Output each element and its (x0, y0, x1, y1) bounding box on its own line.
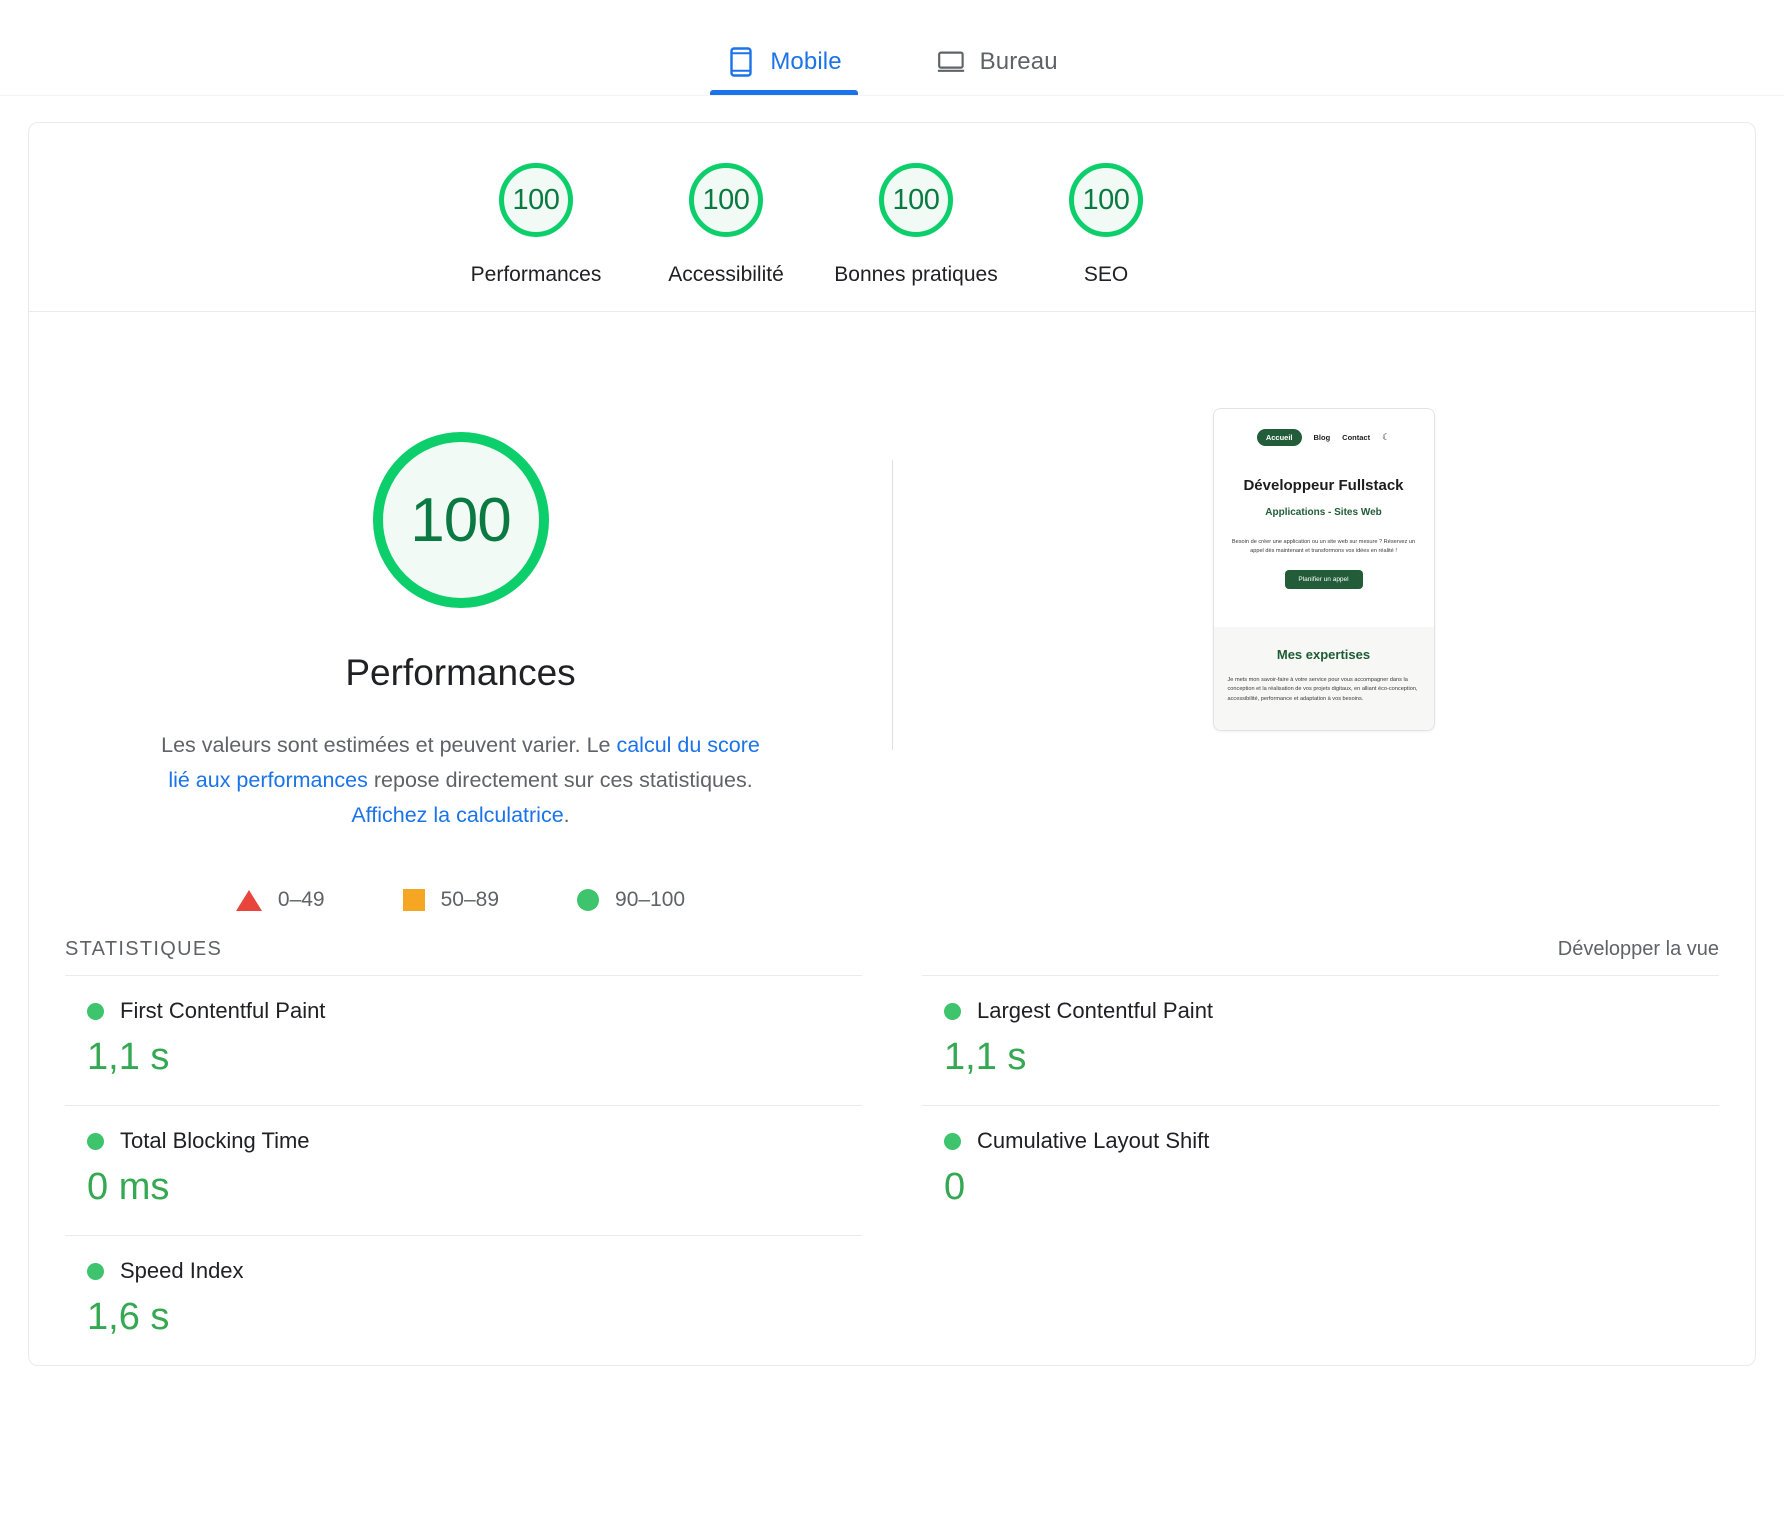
status-circle-icon (87, 1132, 104, 1150)
metric-total-blocking-time[interactable]: Total Blocking Time 0 ms (65, 1105, 862, 1235)
performance-score-panel: 100 Performances Les valeurs sont estimé… (29, 312, 892, 912)
legend-range: 50–89 (440, 888, 500, 912)
metric-value: 1,1 s (944, 1036, 1027, 1079)
description-part-1: Les valeurs sont estimées et peuvent var… (161, 733, 617, 757)
page-screenshot-thumbnail[interactable]: Accueil Blog Contact ☾ Développeur Fulls… (1212, 408, 1435, 732)
metric-first-contentful-paint[interactable]: First Contentful Paint 1,1 s (65, 975, 862, 1105)
legend-item-fail: 0–49 (235, 888, 325, 912)
score-legend: 0–49 50–89 90–100 (235, 888, 685, 912)
statistics-header: STATISTIQUES Développer la vue (29, 912, 1755, 975)
laptop-icon (936, 47, 966, 77)
performance-detail: 100 Performances Les valeurs sont estimé… (29, 312, 1755, 912)
tab-bureau-label: Bureau (979, 48, 1058, 75)
legend-item-pass: 90–100 (577, 888, 685, 912)
status-circle-icon (944, 1002, 961, 1020)
tab-bureau[interactable]: Bureau (912, 33, 1082, 95)
legend-item-average: 50–89 (402, 888, 500, 912)
performance-title: Performances (345, 652, 576, 693)
performance-score-gauge: 100 (372, 432, 549, 608)
status-circle-icon (87, 1002, 104, 1020)
metric-label: Total Blocking Time (120, 1128, 310, 1154)
status-circle-icon (944, 1132, 961, 1150)
gauge-bonnes-pratiques[interactable]: 100 Bonnes pratiques (821, 163, 1011, 287)
metric-label: Cumulative Layout Shift (977, 1128, 1210, 1154)
status-circle-icon (87, 1262, 104, 1280)
statistics-title: STATISTIQUES (65, 938, 223, 961)
metric-label: First Contentful Paint (120, 998, 326, 1024)
gauge-label: SEO (1083, 263, 1129, 286)
moon-icon: ☾ (1382, 432, 1391, 442)
thumbnail-section-title: Mes expertises (1276, 646, 1371, 662)
metric-label: Largest Contentful Paint (977, 998, 1214, 1024)
thumbnail-section-body: Je mets mon savoir-faire à votre service… (1227, 676, 1418, 702)
circle-icon (577, 889, 600, 912)
results-card: 100 Performances 100 Accessibilité 100 B… (28, 122, 1756, 1367)
thumbnail-spacer (1214, 611, 1434, 627)
gauge-score: 100 (499, 163, 573, 237)
gauge-performances[interactable]: 100 Performances (441, 163, 631, 287)
gauge-score: 100 (689, 163, 763, 237)
thumbnail-nav-contact: Contact (1342, 433, 1371, 442)
device-tab-bar: Mobile Bureau (0, 0, 1784, 96)
thumbnail-subheading: Applications - Sites Web (1265, 507, 1382, 519)
metric-value: 0 (944, 1166, 966, 1209)
page-screenshot-panel: Accueil Blog Contact ☾ Développeur Fulls… (892, 312, 1755, 912)
thumbnail-hero: Accueil Blog Contact ☾ Développeur Fulls… (1213, 409, 1434, 611)
thumbnail-nav-accueil: Accueil (1256, 429, 1302, 446)
statistics-grid: First Contentful Paint 1,1 s Largest Con… (29, 975, 1755, 1365)
tab-mobile-label: Mobile (770, 48, 842, 75)
legend-range: 0–49 (277, 888, 325, 912)
gauge-accessibilite[interactable]: 100 Accessibilité (631, 163, 821, 287)
performance-description: Les valeurs sont estimées et peuvent var… (158, 728, 764, 832)
gauge-seo[interactable]: 100 SEO (1011, 163, 1201, 287)
thumbnail-nav: Accueil Blog Contact ☾ (1226, 429, 1422, 446)
gauge-label: Bonnes pratiques (834, 263, 998, 286)
gauge-label: Accessibilité (668, 263, 784, 286)
tab-mobile[interactable]: Mobile (702, 33, 865, 95)
gauge-score: 100 (879, 163, 953, 237)
triangle-icon (235, 889, 262, 911)
mobile-phone-icon (726, 47, 756, 77)
category-gauges: 100 Performances 100 Accessibilité 100 B… (29, 123, 1755, 312)
expand-view-button[interactable]: Développer la vue (1558, 938, 1719, 961)
thumbnail-nav-blog: Blog (1313, 433, 1331, 442)
metric-value: 1,1 s (87, 1036, 170, 1079)
thumbnail-heading: Développeur Fullstack (1243, 477, 1404, 494)
vertical-divider (892, 460, 893, 750)
metric-placeholder (922, 1235, 1719, 1365)
metric-label: Speed Index (120, 1258, 244, 1284)
metric-cumulative-layout-shift[interactable]: Cumulative Layout Shift 0 (922, 1105, 1719, 1235)
metric-largest-contentful-paint[interactable]: Largest Contentful Paint 1,1 s (922, 975, 1719, 1105)
metric-value: 0 ms (87, 1166, 170, 1209)
description-part-2: repose directement sur ces statistiques. (367, 767, 753, 792)
metric-speed-index[interactable]: Speed Index 1,6 s (65, 1235, 862, 1365)
description-part-3: . (563, 802, 570, 827)
legend-range: 90–100 (615, 888, 686, 912)
metric-value: 1,6 s (87, 1296, 170, 1339)
gauge-label: Performances (470, 263, 602, 286)
calculator-link[interactable]: Affichez la calculatrice (351, 803, 563, 827)
thumbnail-cta-button: Planifier un appel (1284, 569, 1363, 589)
square-icon (402, 889, 425, 912)
thumbnail-expertise-section: Mes expertises Je mets mon savoir-faire … (1213, 626, 1434, 731)
gauge-score: 100 (1069, 163, 1143, 237)
thumbnail-intro-text: Besoin de créer une application ou un si… (1231, 539, 1416, 554)
pagespeed-insights-report: Mobile Bureau 100 Performances 100 Acces… (0, 0, 1784, 1520)
